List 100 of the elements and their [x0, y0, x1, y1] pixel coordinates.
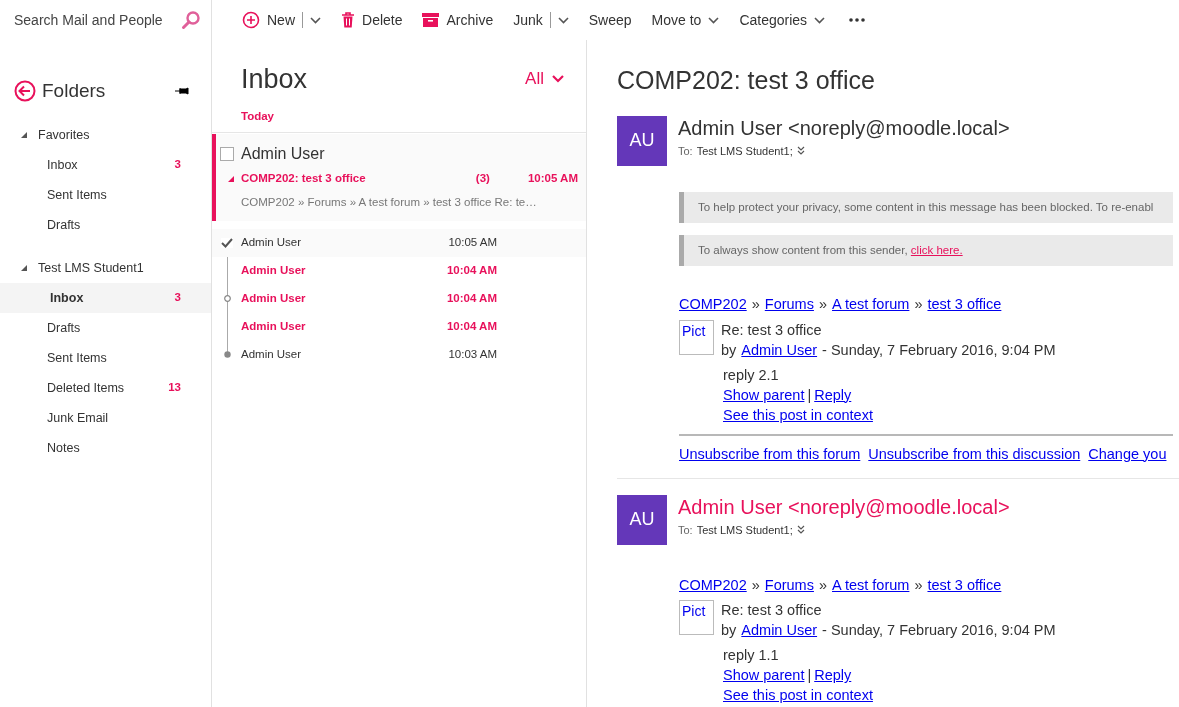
post-date: - Sunday, 7 February 2016, 9:04 PM	[822, 621, 1056, 641]
thread-message[interactable]: Admin User 10:05 AM	[212, 228, 586, 257]
breadcrumb-separator: »	[914, 575, 923, 595]
breadcrumb-separator: »	[751, 295, 760, 314]
broken-picture: Pict	[679, 319, 714, 355]
conversation-item[interactable]: Admin User COMP202: test 3 office (3) 10:05 AM COMP202 » Forums » A test forum » test 3 office Re: te…	[212, 134, 586, 221]
toolbar-button[interactable]: Move to	[643, 5, 728, 35]
toolbar-button[interactable]: Sweep	[580, 5, 640, 35]
notice-banner: To always show content from this sender, click here.	[679, 234, 1173, 266]
footer-link[interactable]: Unsubscribe from this discussion	[868, 443, 1081, 466]
folder-item[interactable]: Sent Items	[0, 343, 211, 373]
recipient-label: To:	[678, 143, 693, 159]
breadcrumb-separator: »	[818, 575, 827, 595]
folder-item[interactable]: Inbox 3	[0, 283, 211, 313]
context-link[interactable]: See this post in context	[723, 404, 873, 425]
pin-icon[interactable]	[175, 86, 189, 96]
recipient-name: Test LMS Student1;	[696, 143, 793, 159]
toolbar-button[interactable]: New	[234, 5, 329, 35]
toolbar-button[interactable]: Delete	[333, 5, 411, 35]
breadcrumb-separator: »	[751, 575, 760, 595]
timeline-node-icon	[223, 295, 231, 303]
plus-circle-icon	[242, 11, 260, 29]
avatar: AU	[617, 494, 667, 545]
folder-group-header[interactable]: Favorites	[0, 120, 211, 150]
sender-name: Admin User	[241, 144, 325, 165]
preview-text: COMP202 » Forums » A test forum » test 3 office Re: te…	[240, 194, 538, 210]
notice-banner: To help protect your privacy, some content in this message has been blocked. To re-enabl	[679, 191, 1173, 223]
thread-message[interactable]: Admin User 10:04 AM	[212, 256, 586, 285]
breadcrumb-link[interactable]: test 3 office	[927, 294, 1002, 316]
more-icon	[849, 18, 866, 22]
toolbar-button[interactable]: Archive	[414, 5, 502, 35]
by-label: by	[721, 340, 737, 360]
post-body: reply 1.1	[723, 646, 780, 666]
click-here-link[interactable]: click here.	[910, 243, 963, 256]
post-action-link[interactable]: Reply	[814, 384, 852, 405]
timeline-node-icon	[223, 351, 231, 359]
post-body: reply 2.1	[723, 365, 780, 385]
folder-title: Inbox	[241, 62, 308, 96]
expand-icon[interactable]	[796, 146, 805, 156]
expanded-triangle-icon[interactable]	[226, 174, 235, 183]
unread-count: 13	[168, 380, 181, 396]
caret-icon	[552, 75, 564, 83]
breadcrumb-link[interactable]: test 3 office	[927, 574, 1002, 597]
broken-picture: Pict	[679, 600, 714, 636]
dropdown-caret-icon	[814, 16, 826, 24]
avatar: AU	[617, 115, 667, 166]
message-subject: COMP202: test 3 office	[617, 65, 876, 96]
footer-link[interactable]: Unsubscribe from this forum	[679, 443, 861, 466]
folder-item[interactable]: Sent Items	[0, 180, 211, 210]
unread-count: 3	[174, 290, 181, 306]
breadcrumb-link[interactable]: A test forum	[832, 574, 910, 597]
expanded-triangle-icon[interactable]	[20, 264, 28, 272]
folder-item[interactable]: Deleted Items 13	[0, 373, 211, 403]
folder-group-header[interactable]: Test LMS Student1	[0, 253, 211, 283]
thread-message[interactable]: Admin User 10:04 AM	[212, 284, 586, 313]
context-link[interactable]: See this post in context	[723, 685, 873, 706]
dropdown-caret-icon	[708, 16, 720, 24]
search-icon[interactable]	[181, 10, 201, 30]
time: 10:05 AM	[527, 171, 578, 187]
author-link[interactable]: Admin User	[741, 339, 818, 360]
link-separator: |	[807, 666, 812, 686]
filter-dropdown[interactable]: All	[525, 66, 564, 92]
folder-item[interactable]: Inbox 3	[0, 150, 211, 180]
toolbar-button[interactable]: Junk	[505, 5, 577, 35]
checkbox[interactable]	[220, 147, 234, 162]
expand-icon[interactable]	[796, 525, 805, 535]
post-action-link[interactable]: Reply	[814, 665, 852, 686]
post-date: - Sunday, 7 February 2016, 9:04 PM	[822, 340, 1056, 360]
by-label: by	[721, 621, 737, 641]
breadcrumb-link[interactable]: A test forum	[832, 294, 910, 316]
unread-count: 3	[174, 157, 181, 173]
post-title: Re: test 3 office	[721, 601, 823, 621]
breadcrumb-separator: »	[818, 295, 827, 314]
dropdown-caret-icon	[557, 16, 569, 24]
link-separator: |	[807, 385, 812, 405]
folder-item[interactable]: Notes	[0, 433, 211, 463]
breadcrumb-link[interactable]: COMP202	[679, 574, 747, 597]
toolbar-button[interactable]: Categories	[731, 5, 834, 35]
folder-item[interactable]: Drafts	[0, 313, 211, 343]
folder-item[interactable]: Drafts	[0, 210, 211, 240]
breadcrumb-link[interactable]: Forums	[764, 294, 814, 316]
post-title: Re: test 3 office	[721, 320, 823, 340]
archive-box-icon	[422, 13, 440, 27]
post-action-link[interactable]: Show parent	[723, 665, 805, 686]
trash-icon	[341, 11, 355, 29]
thread-message[interactable]: Admin User 10:03 AM	[212, 340, 586, 369]
recipient-name: Test LMS Student1;	[696, 522, 793, 538]
breadcrumb-separator: »	[914, 295, 923, 314]
breadcrumb-link[interactable]: COMP202	[679, 294, 747, 316]
expanded-triangle-icon[interactable]	[20, 131, 28, 139]
breadcrumb-link[interactable]: Forums	[764, 574, 814, 597]
subject: COMP202: test 3 office	[241, 171, 366, 187]
thread-message[interactable]: Admin User 10:04 AM	[212, 312, 586, 341]
footer-link[interactable]: Change you	[1088, 443, 1167, 466]
checkmark-icon	[221, 237, 233, 248]
author-link[interactable]: Admin User	[741, 620, 818, 641]
sender-address: Admin User <noreply@moodle.local>	[678, 115, 1010, 140]
date-group-header: Today	[212, 102, 586, 134]
folder-item[interactable]: Junk Email	[0, 403, 211, 433]
post-action-link[interactable]: Show parent	[723, 384, 805, 405]
